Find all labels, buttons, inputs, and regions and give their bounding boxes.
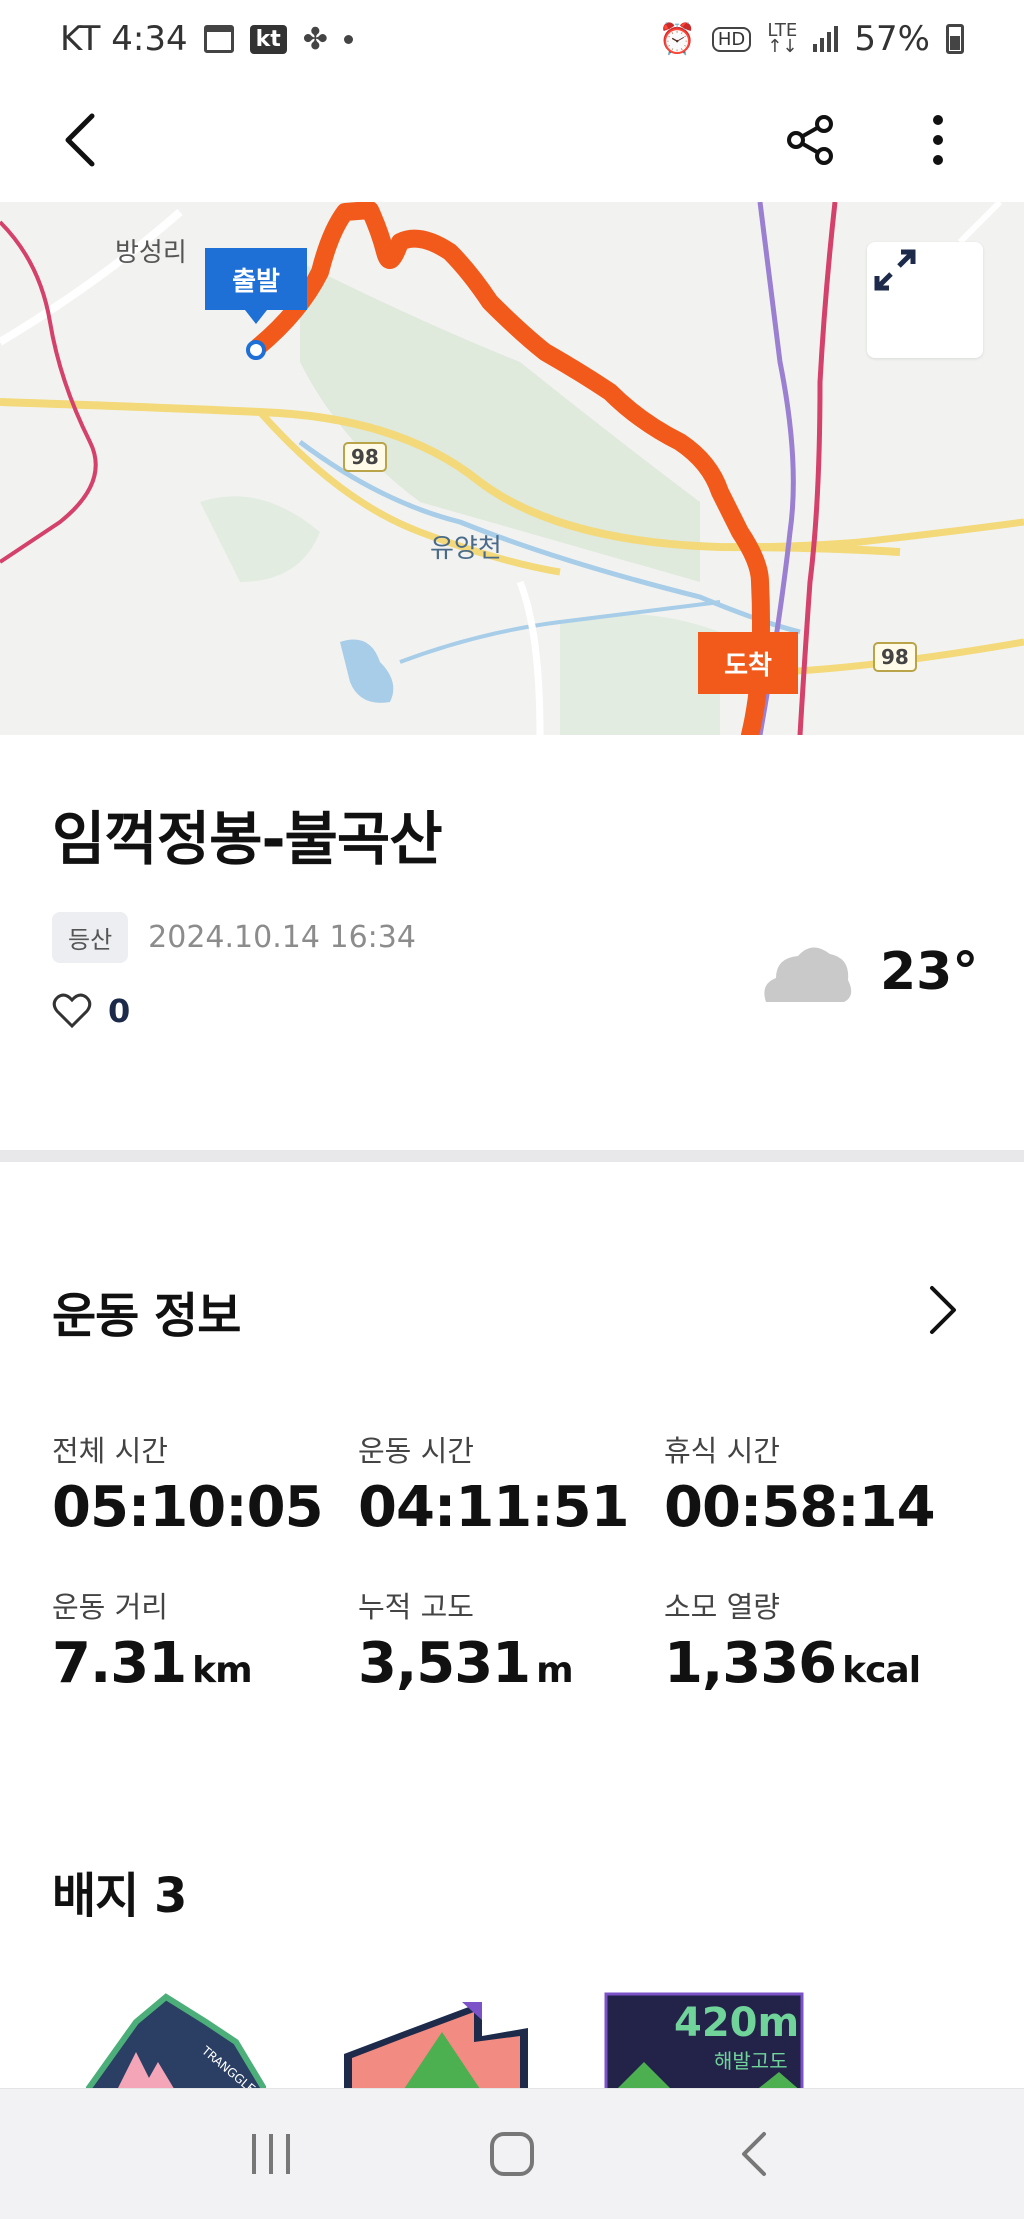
stat-value: 05:10:05 xyxy=(52,1475,324,1540)
stat-rest-time: 휴식 시간 00:58:14 xyxy=(664,1428,972,1540)
map-place-label: 유양천 xyxy=(430,534,502,564)
battery-icon xyxy=(946,24,964,54)
recent-apps-icon xyxy=(251,2134,290,2174)
stat-value: 3,531 m xyxy=(358,1631,574,1696)
more-notifications-dot-icon xyxy=(343,34,353,44)
mountain-badge-icon: TRANGGLE xyxy=(80,1993,272,2096)
stat-elevation: 누적 고도 3,531 m xyxy=(358,1584,664,1703)
share-icon xyxy=(787,115,833,165)
home-button[interactable] xyxy=(472,2114,552,2194)
activity-title: 임꺽정봉-불곡산 xyxy=(52,805,443,873)
share-button[interactable] xyxy=(768,98,852,182)
end-marker: 도착 xyxy=(698,632,798,694)
stat-label: 휴식 시간 xyxy=(664,1434,780,1468)
badge-elevation-value: 420m xyxy=(674,2000,799,2046)
hd-voice-icon: HD xyxy=(711,26,752,52)
signal-icon xyxy=(813,26,839,52)
status-left: KT 4:34 kt ✤ xyxy=(60,19,353,59)
temperature: 23° xyxy=(880,942,979,1002)
route-map[interactable]: 방성리 유양천 98 98 출발 도착 xyxy=(0,202,1024,735)
peak-badge-icon xyxy=(344,2002,528,2092)
stat-label: 전체 시간 xyxy=(52,1434,168,1468)
activity-meta: 등산 2024.10.14 16:34 xyxy=(52,912,416,963)
elevation-badge-icon: 420m 해발고도 xyxy=(604,1992,804,2094)
start-marker: 출발 xyxy=(205,248,307,324)
lte-icon: LTE ↑↓ xyxy=(767,20,798,57)
badges-heading: 배지 3 xyxy=(52,1868,187,1924)
stat-calories: 소모 열량 1,336 kcal xyxy=(664,1584,972,1703)
stat-label: 소모 열량 xyxy=(664,1590,780,1624)
stat-exercise-time: 운동 시간 04:11:51 xyxy=(358,1428,664,1540)
pinwheel-icon: ✤ xyxy=(302,21,328,57)
expand-map-button[interactable] xyxy=(867,242,983,358)
system-back-button[interactable] xyxy=(713,2114,793,2194)
badge-list: TRANGGLE 420m 해발고도 xyxy=(52,1992,972,2096)
weather-info: 23° xyxy=(760,940,978,1004)
stat-value: 1,336 kcal xyxy=(664,1631,921,1696)
app-bar xyxy=(0,78,1024,202)
badge-elevation-label: 해발고도 xyxy=(714,2049,788,2073)
section-divider xyxy=(0,1150,1024,1162)
activity-datetime: 2024.10.14 16:34 xyxy=(148,920,416,955)
stat-distance: 운동 거리 7.31 km xyxy=(52,1584,358,1703)
badge-pink-peak[interactable] xyxy=(342,1992,532,2096)
stat-unit: m xyxy=(536,1650,574,1691)
like-count: 0 xyxy=(108,992,131,1030)
exercise-stats-grid: 전체 시간 05:10:05 운동 시간 04:11:51 휴식 시간 00:5… xyxy=(52,1428,972,1703)
expand-icon xyxy=(874,249,916,291)
like-button[interactable]: 0 xyxy=(52,992,130,1030)
system-navigation-bar xyxy=(0,2088,1024,2219)
badge-elevation-420[interactable]: 420m 해발고도 xyxy=(604,1992,804,2096)
road-number-badge: 98 xyxy=(873,642,917,672)
cloud-icon xyxy=(764,947,852,1002)
exercise-info-detail-button[interactable] xyxy=(912,1270,972,1350)
heart-icon xyxy=(52,993,92,1029)
status-bar: KT 4:34 kt ✤ ⏰ HD LTE ↑↓ 57% xyxy=(0,0,1024,78)
stat-value: 04:11:51 xyxy=(358,1475,630,1540)
map-place-label: 방성리 xyxy=(115,238,187,268)
more-options-button[interactable] xyxy=(896,98,980,182)
kt-app-icon: kt xyxy=(249,24,287,54)
stat-value: 00:58:14 xyxy=(664,1475,936,1540)
recent-apps-button[interactable] xyxy=(231,2114,311,2194)
back-button[interactable] xyxy=(38,98,122,182)
stat-unit: kcal xyxy=(842,1650,921,1691)
calendar-icon xyxy=(203,25,234,53)
clock: KT 4:34 xyxy=(60,19,188,59)
battery-percent: 57% xyxy=(854,19,930,59)
stat-unit: km xyxy=(192,1650,252,1691)
back-arrow-icon xyxy=(65,113,95,167)
road-number-badge: 98 xyxy=(343,442,387,472)
exercise-info-heading: 운동 정보 xyxy=(52,1288,241,1344)
stat-label: 운동 시간 xyxy=(358,1434,474,1468)
stat-total-time: 전체 시간 05:10:05 xyxy=(52,1428,358,1540)
alarm-icon: ⏰ xyxy=(658,21,696,57)
system-back-icon xyxy=(742,2132,767,2176)
home-icon xyxy=(489,2132,534,2176)
more-vertical-icon xyxy=(933,115,943,165)
badge-trangle-mountain[interactable]: TRANGGLE xyxy=(80,1992,272,2096)
status-right: ⏰ HD LTE ↑↓ 57% xyxy=(658,19,964,59)
stat-label: 누적 고도 xyxy=(358,1590,474,1624)
stat-label: 운동 거리 xyxy=(52,1590,168,1624)
chevron-right-icon xyxy=(930,1286,956,1334)
stat-value: 7.31 km xyxy=(52,1631,253,1696)
category-badge: 등산 xyxy=(52,912,129,963)
